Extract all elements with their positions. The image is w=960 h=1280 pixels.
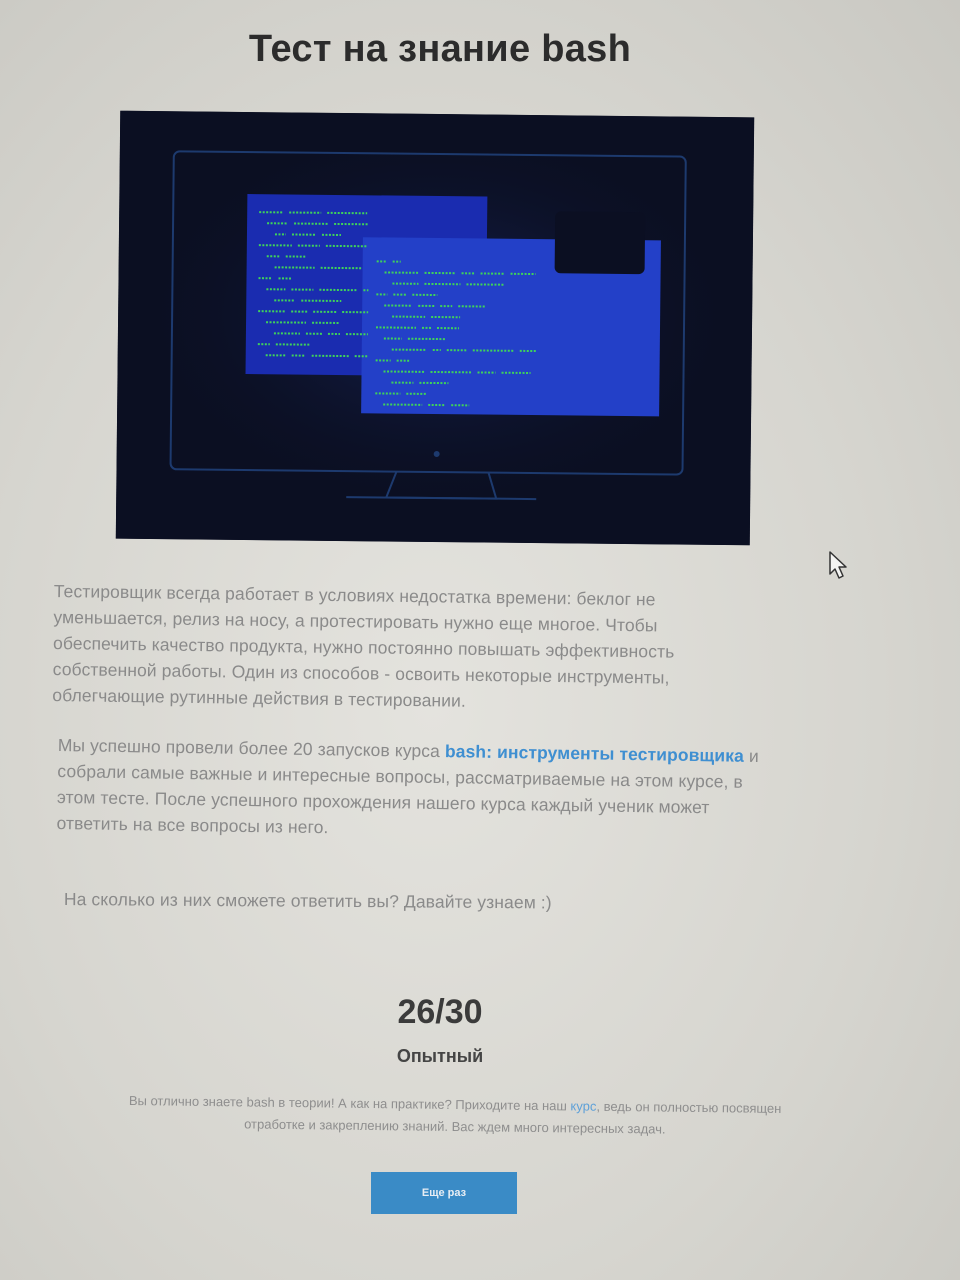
score-value: 26/30: [397, 993, 483, 1031]
hero-image: [115, 110, 755, 546]
intro-paragraph-1: Тестировщик всегда работает в условиях н…: [52, 580, 675, 711]
result-course-link[interactable]: курс: [570, 1098, 596, 1113]
mouse-cursor-icon: [829, 551, 847, 579]
page-title: Тест на знание bash: [248, 28, 632, 70]
result-text-before: Вы отлично знаете bash в теории! А как н…: [128, 1093, 571, 1114]
terminal-code-lines: [257, 211, 536, 407]
intro-paragraph-2-text-before: Мы успешно провели более 20 запусков кур…: [57, 734, 446, 762]
screen: Тест на знание bash Тестировщик всегда р…: [0, 0, 960, 1280]
level-label: Опытный: [396, 1046, 484, 1066]
retry-button[interactable]: Еще раз: [371, 1172, 517, 1214]
intro-paragraph-3: На сколько из них сможете ответить вы? Д…: [63, 888, 552, 913]
course-link[interactable]: bash: инструменты тестировщика: [445, 741, 744, 766]
result-description: Вы отлично знаете bash в теории! А как н…: [110, 1090, 800, 1142]
intro-paragraph-2: Мы успешно провели более 20 запусков кур…: [56, 732, 768, 847]
